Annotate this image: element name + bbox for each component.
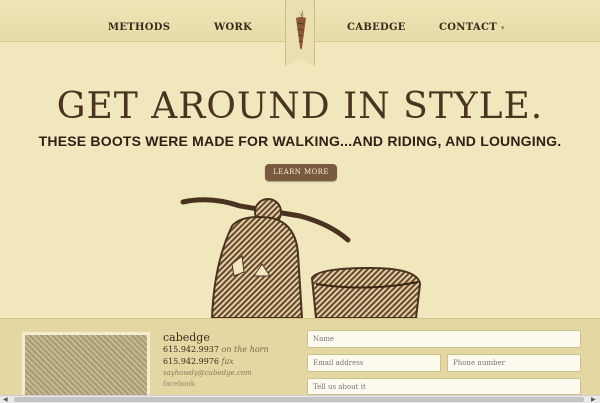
carrot-icon — [296, 9, 306, 50]
email-field[interactable] — [307, 354, 441, 372]
phone-note: on the horn — [221, 345, 269, 354]
location-photo — [22, 332, 150, 403]
scroll-right-icon[interactable]: ▶ — [591, 396, 596, 403]
fax-note: fax — [221, 357, 234, 366]
scooter-illustration — [180, 197, 422, 318]
hero-title: GET AROUND IN STYLE. — [56, 86, 544, 127]
nav-work[interactable]: WORK — [214, 22, 252, 33]
phone-number[interactable]: 615.942.9937 — [163, 345, 219, 354]
facebook-link[interactable]: facebook — [163, 379, 298, 390]
email-link[interactable]: sayhowdy@cabedge.com — [163, 368, 298, 379]
nav-cabedge[interactable]: CABEDGE — [347, 22, 406, 33]
horizontal-scrollbar[interactable]: ◀ ▶ — [0, 395, 600, 403]
hero-subtitle: THESE BOOTS WERE MADE FOR WALKING...AND … — [38, 133, 562, 149]
fax-number: 615.942.9976 — [163, 357, 219, 366]
nav-contact-label: CONTACT — [439, 22, 497, 33]
contact-info: cabedge 615.942.9937 on the horn 615.942… — [163, 331, 298, 390]
name-field[interactable] — [307, 330, 581, 348]
logo-ribbon[interactable] — [285, 0, 315, 66]
phone-field[interactable] — [447, 354, 581, 372]
nav-methods[interactable]: METHODS — [108, 22, 170, 33]
phone-line: 615.942.9937 on the horn — [163, 344, 298, 356]
scroll-thumb[interactable] — [14, 397, 584, 402]
learn-more-button[interactable]: LEARN MORE — [265, 164, 337, 181]
company-name: cabedge — [163, 331, 210, 344]
fax-line: 615.942.9976 fax — [163, 356, 298, 368]
nav-contact[interactable]: CONTACT ▾ — [439, 22, 505, 33]
chevron-down-icon: ▾ — [500, 23, 505, 32]
scroll-left-icon[interactable]: ◀ — [3, 396, 8, 403]
message-field[interactable] — [307, 378, 581, 395]
